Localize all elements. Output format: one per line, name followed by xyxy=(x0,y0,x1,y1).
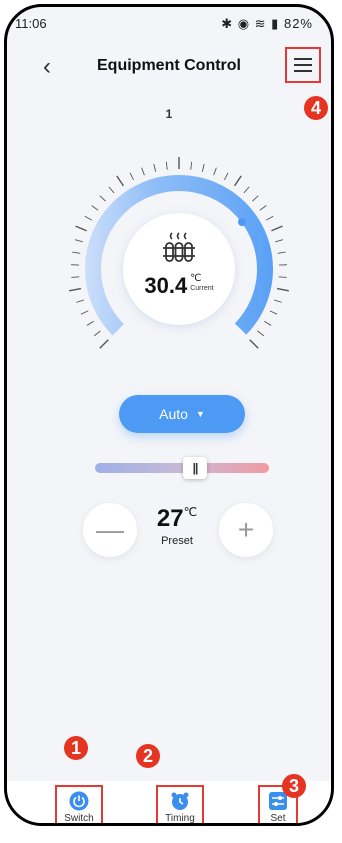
dial-tick xyxy=(80,310,89,315)
dial-tick xyxy=(165,161,168,170)
power-icon xyxy=(69,791,89,811)
dial-tick xyxy=(75,225,87,232)
current-label: Current xyxy=(190,285,214,292)
tab-switch-label: Switch xyxy=(64,813,94,824)
dial-tick xyxy=(223,172,229,181)
dial-knob[interactable] xyxy=(238,218,246,226)
dial-tick xyxy=(273,299,282,303)
dial-tick xyxy=(201,163,205,172)
dial-tick xyxy=(91,205,99,211)
dial-tick xyxy=(72,251,81,254)
tab-set-label: Set xyxy=(270,813,286,824)
dial-tick xyxy=(86,320,94,326)
temperature-slider-track[interactable] xyxy=(95,463,269,473)
dial-tick xyxy=(153,163,157,172)
dial-tick xyxy=(276,287,289,292)
status-bar: 11:06 ✱ ◉ ≋ ▮ 82% xyxy=(7,7,331,41)
status-icons: ✱ ◉ ≋ ▮ xyxy=(221,16,280,31)
preset-unit: ℃ xyxy=(183,505,198,519)
dial-tick xyxy=(71,276,80,278)
dial-tick xyxy=(257,330,265,337)
dial-center: 30.4 ℃ Current xyxy=(123,213,235,325)
alarm-clock-icon xyxy=(171,792,189,810)
decrease-button[interactable]: — xyxy=(83,503,137,557)
dial-tick xyxy=(213,167,217,176)
dial-tick xyxy=(275,239,284,243)
dial-tick xyxy=(69,287,82,292)
dial-tick xyxy=(190,161,193,170)
device-name: 1 xyxy=(165,107,173,121)
mode-dropdown[interactable]: Auto ▼ xyxy=(119,395,245,433)
dial-tick xyxy=(233,175,242,187)
battery-percent: 82% xyxy=(283,16,313,31)
status-time: 11:06 xyxy=(15,16,47,31)
dial-tick xyxy=(99,195,106,202)
dial-tick xyxy=(84,215,92,221)
annotation-badge-4: 4 xyxy=(304,96,328,120)
dial-tick xyxy=(264,320,272,326)
minus-icon: — xyxy=(96,514,124,545)
dial-tick xyxy=(266,215,274,221)
dial-tick xyxy=(93,330,101,337)
preset-value: 27℃ xyxy=(147,505,207,533)
current-temp-unit: ℃ xyxy=(190,273,202,284)
increase-button[interactable]: + xyxy=(219,503,273,557)
mode-label: Auto xyxy=(159,406,188,422)
tab-timing[interactable]: Timing xyxy=(156,785,204,824)
current-temp-row: 30.4 ℃ Current xyxy=(123,273,235,299)
dial-tick xyxy=(74,239,83,243)
current-temp: 30.4 xyxy=(144,273,188,298)
dial-tick xyxy=(269,310,278,315)
dial-tick xyxy=(271,225,283,232)
dial-tick xyxy=(278,276,287,278)
dial-tick xyxy=(141,167,145,176)
annotation-badge-1: 1 xyxy=(64,736,88,760)
annotation-badge-2: 2 xyxy=(136,744,160,768)
dial-tick xyxy=(277,251,286,254)
caret-down-icon: ▼ xyxy=(195,409,205,419)
dial-tick xyxy=(243,186,250,194)
status-right: ✱ ◉ ≋ ▮ 82% xyxy=(221,16,313,32)
annotation-badge-3: 3 xyxy=(282,774,306,798)
slider-thumb[interactable]: || xyxy=(183,457,207,479)
dial-tick xyxy=(259,205,267,211)
hamburger-icon xyxy=(294,58,312,72)
dial-tick xyxy=(108,186,115,194)
phone-frame: 11:06 ✱ ◉ ≋ ▮ 82% ‹ Equipment Control 1 xyxy=(4,4,334,826)
dial-tick xyxy=(249,339,259,349)
dial-tick xyxy=(129,172,135,181)
dial-tick xyxy=(76,299,85,303)
grip-icon: || xyxy=(192,461,199,475)
page-title: Equipment Control xyxy=(97,57,241,74)
dial-tick xyxy=(99,339,109,349)
dial-tick xyxy=(252,195,259,202)
header: ‹ Equipment Control xyxy=(7,43,331,97)
menu-button[interactable] xyxy=(285,47,321,83)
tab-timing-label: Timing xyxy=(165,813,195,824)
heater-icon xyxy=(163,232,195,262)
preset-label: Preset xyxy=(161,535,193,547)
preset-temp: 27 xyxy=(156,505,184,532)
tab-switch[interactable]: Switch xyxy=(55,785,103,824)
dial-tick xyxy=(116,175,125,187)
plus-icon: + xyxy=(237,514,255,545)
